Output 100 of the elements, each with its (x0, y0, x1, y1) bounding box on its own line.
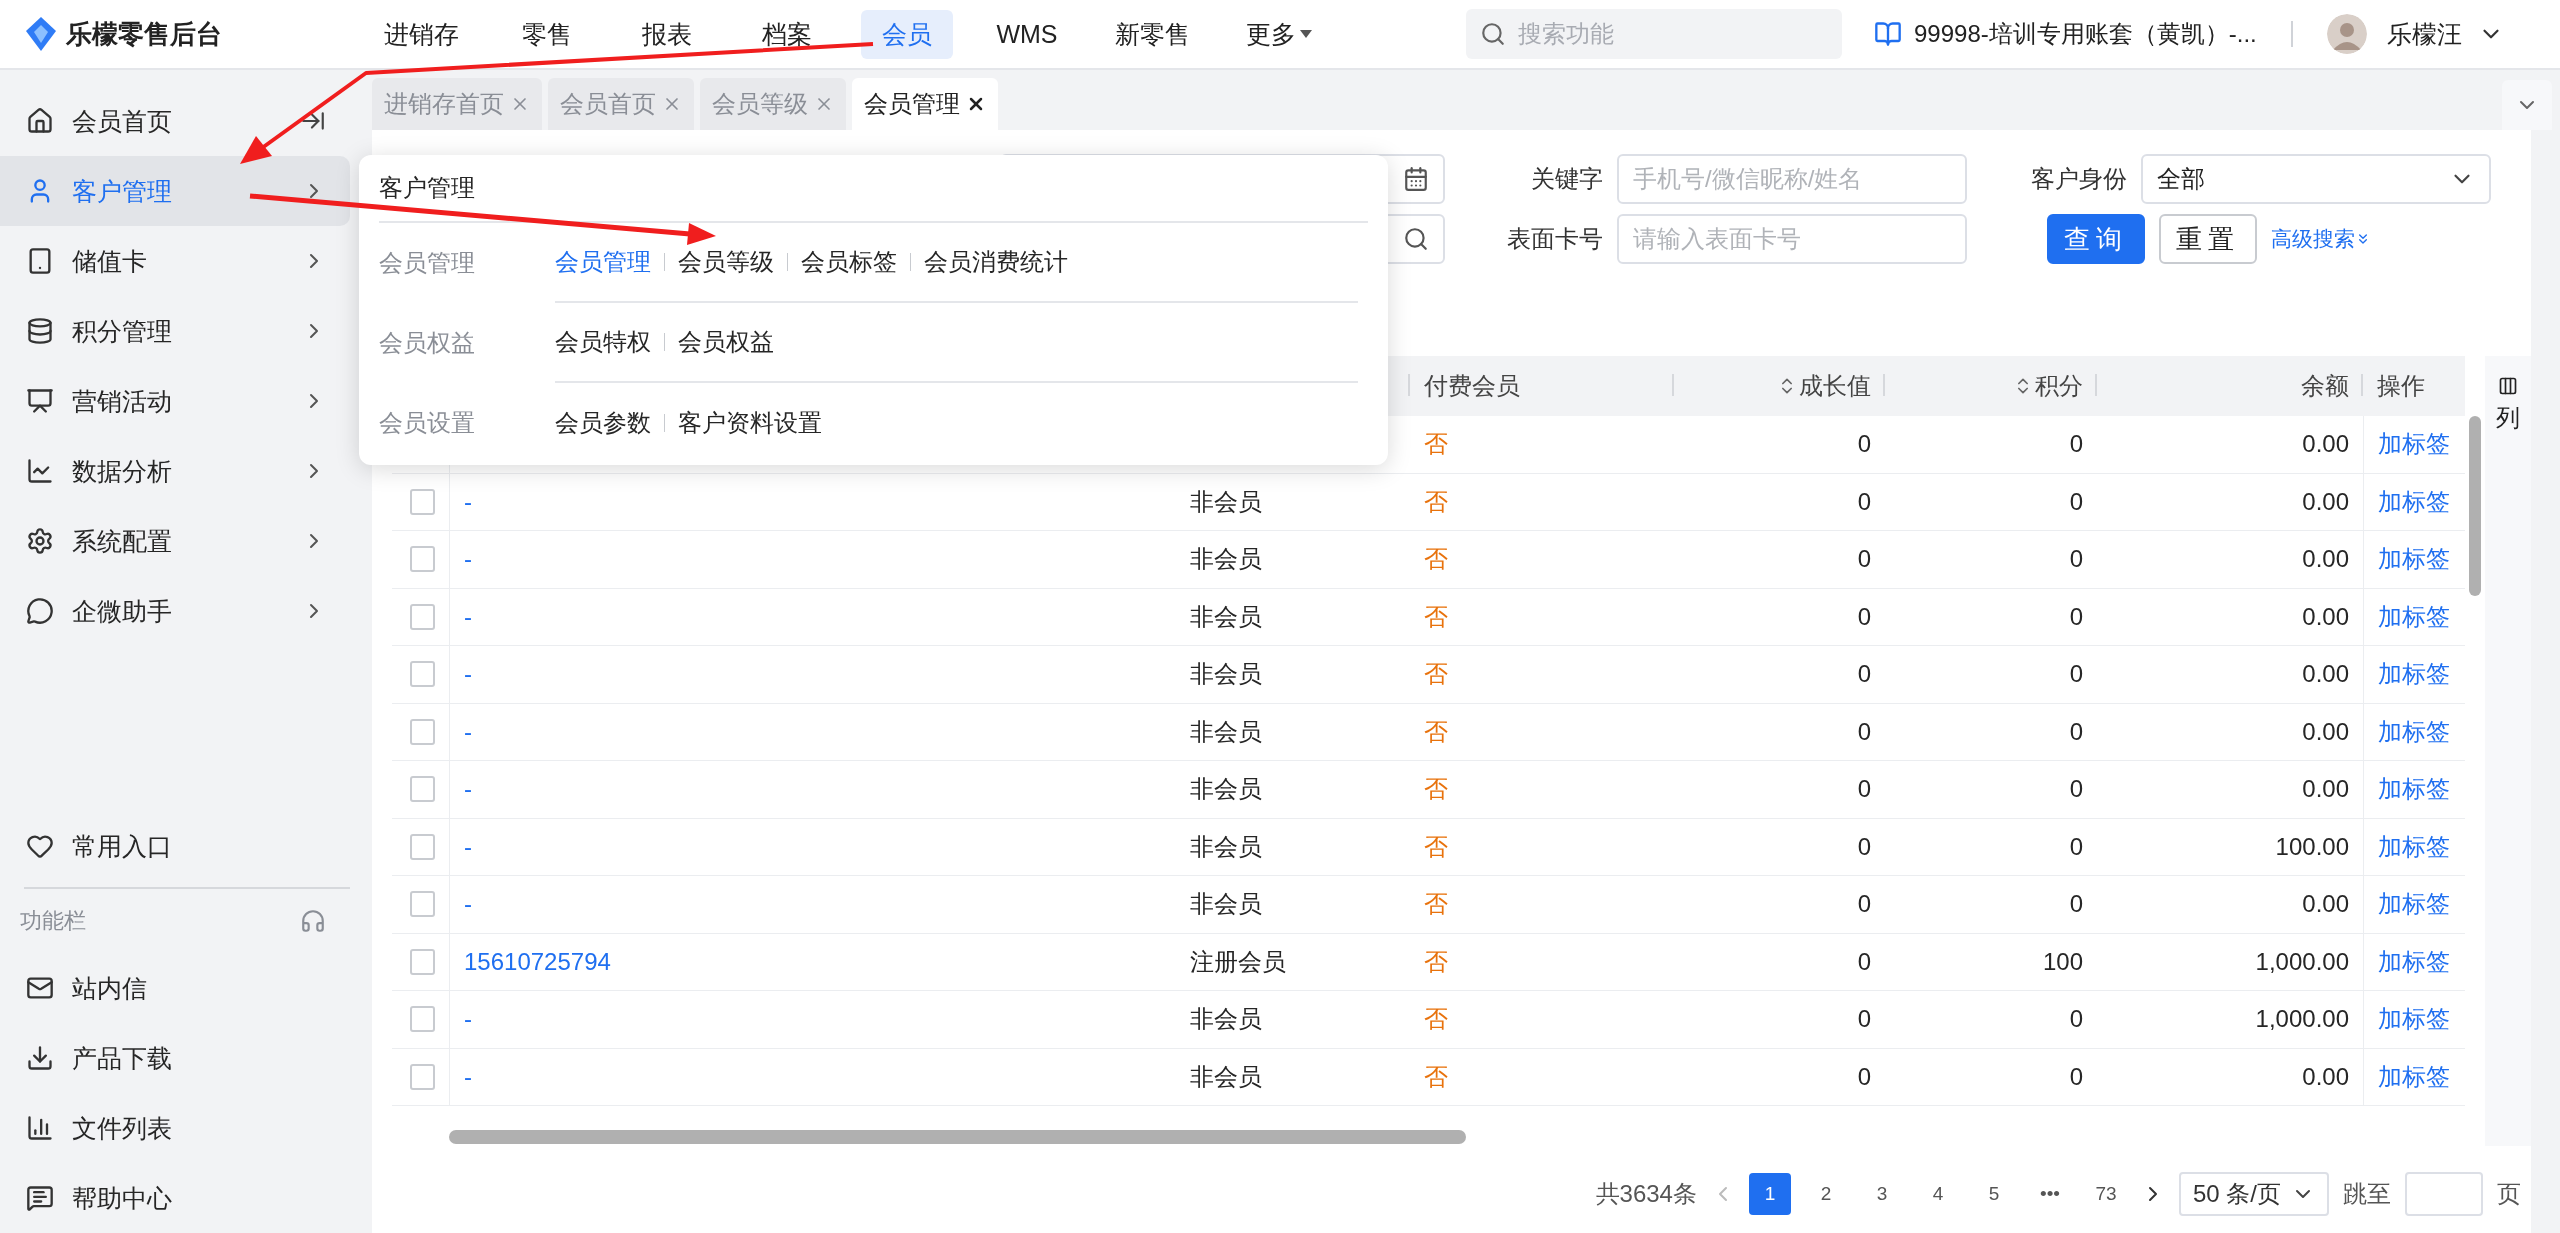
query-button[interactable]: 查询 (2047, 214, 2145, 264)
submenu-link[interactable]: 会员标签 (801, 246, 897, 278)
line-chart-icon (26, 457, 54, 485)
favorites-item[interactable]: 常用入口 (0, 811, 350, 881)
page-size-select[interactable]: 50 条/页 (2178, 1172, 2329, 1216)
table-cell: 0 (1857, 602, 1871, 631)
customer-link[interactable]: - (464, 1062, 472, 1091)
nav-item[interactable]: 进销存 (370, 9, 473, 59)
table-cell: 0 (2069, 1062, 2083, 1091)
sidebar-item[interactable]: 储值卡 (0, 226, 350, 296)
table-cell: 0 (1857, 1062, 1871, 1091)
horizontal-scrollbar[interactable] (449, 1130, 1466, 1144)
card-number-field[interactable]: 请输入表面卡号 (1617, 214, 1967, 264)
add-tag-link[interactable]: 加标签 (2378, 715, 2450, 748)
vertical-scrollbar[interactable] (2469, 416, 2481, 596)
section-title: 功能栏 (20, 907, 86, 935)
submenu-link[interactable]: 会员消费统计 (924, 246, 1068, 278)
column-settings-button[interactable]: 列 (2485, 356, 2531, 1146)
nav-item[interactable]: 零售 (501, 9, 593, 59)
row-checkbox[interactable] (410, 948, 435, 975)
customer-link[interactable]: - (464, 545, 472, 574)
identity-select[interactable]: 全部 (2141, 154, 2491, 204)
avatar[interactable] (2326, 14, 2367, 54)
add-tag-link[interactable]: 加标签 (2378, 658, 2450, 691)
customer-link[interactable]: - (464, 660, 472, 689)
reset-button[interactable]: 重置 (2159, 214, 2257, 264)
account-name[interactable]: 99998-培训专用账套（黄凯）-... (1914, 18, 2257, 50)
row-checkbox[interactable] (410, 833, 435, 860)
customer-link[interactable]: 15610725794 (464, 947, 611, 976)
keyword-field[interactable]: 手机号/微信昵称/姓名 (1617, 154, 1967, 204)
table-cell: 0 (1857, 487, 1871, 516)
add-tag-link[interactable]: 加标签 (2378, 428, 2450, 461)
add-tag-link[interactable]: 加标签 (2378, 830, 2450, 863)
row-checkbox[interactable] (410, 488, 435, 515)
tab-menu-button[interactable] (2502, 80, 2552, 130)
nav-item[interactable]: 新零售 (1101, 9, 1204, 59)
column-header[interactable]: 成长值 (1777, 370, 1871, 402)
customer-link[interactable]: - (464, 602, 472, 631)
customer-link[interactable]: - (464, 487, 472, 516)
row-checkbox[interactable] (410, 776, 435, 803)
page-button[interactable]: ••• (2028, 1173, 2071, 1215)
sidebar-item[interactable]: 数据分析 (0, 436, 350, 506)
customer-link[interactable]: - (464, 775, 472, 804)
submenu-link[interactable]: 会员权益 (678, 326, 774, 358)
row-checkbox[interactable] (410, 603, 435, 630)
sidebar-item[interactable]: 会员首页 (0, 86, 196, 156)
table-cell-text: 非会员 (1190, 1061, 1262, 1092)
submenu-link[interactable]: 客户资料设置 (678, 407, 822, 439)
sidebar-item[interactable]: 系统配置 (0, 506, 350, 576)
submenu-link[interactable]: 会员管理 (555, 246, 651, 278)
page-button[interactable]: 4 (1916, 1173, 1959, 1215)
sidebar-item[interactable]: 产品下载 (0, 1023, 350, 1093)
sidebar-item[interactable]: 营销活动 (0, 366, 350, 436)
add-tag-link[interactable]: 加标签 (2378, 773, 2450, 806)
customer-link[interactable]: - (464, 832, 472, 861)
add-tag-link[interactable]: 加标签 (2378, 1060, 2450, 1093)
sidebar-item[interactable]: 帮助中心 (0, 1163, 350, 1233)
page-button[interactable]: 3 (1860, 1173, 1903, 1215)
customer-link[interactable]: - (464, 890, 472, 919)
field-label: 表面卡号 (1506, 224, 1604, 254)
add-tag-link[interactable]: 加标签 (2378, 888, 2450, 921)
add-tag-link[interactable]: 加标签 (2378, 543, 2450, 576)
row-checkbox[interactable] (410, 661, 435, 688)
page-input[interactable] (2405, 1172, 2483, 1216)
sidebar-item[interactable]: 文件列表 (0, 1093, 350, 1163)
row-checkbox[interactable] (410, 546, 435, 573)
nav-item[interactable]: 报表 (621, 9, 713, 59)
customer-link[interactable]: - (464, 717, 472, 746)
add-tag-link[interactable]: 加标签 (2378, 485, 2450, 518)
column-header[interactable]: 积分 (2013, 370, 2083, 402)
user-menu[interactable]: 乐檬汪 (2380, 16, 2510, 52)
sidebar-item[interactable]: 积分管理 (0, 296, 350, 366)
nav-item[interactable]: WMS (981, 11, 1073, 57)
sidebar-item[interactable]: 客户管理 (0, 156, 350, 226)
page-button[interactable]: 5 (1972, 1173, 2015, 1215)
row-checkbox[interactable] (410, 1063, 435, 1090)
nav-item[interactable]: 更多 (1232, 9, 1326, 59)
add-tag-link[interactable]: 加标签 (2378, 600, 2450, 633)
submenu-link[interactable]: 会员参数 (555, 407, 651, 439)
page-button[interactable]: 73 (2084, 1173, 2127, 1215)
customer-link[interactable]: - (464, 1005, 472, 1034)
row-checkbox[interactable] (410, 1006, 435, 1033)
advanced-search-link[interactable]: 高级搜索 (2271, 225, 2371, 253)
nav-item[interactable]: 会员 (861, 9, 953, 59)
add-tag-link[interactable]: 加标签 (2378, 1003, 2450, 1036)
table-cell-text: 非会员 (1190, 601, 1262, 632)
page-button[interactable]: 1 (1748, 1173, 1791, 1215)
page-tab[interactable]: 会员管理 (852, 78, 998, 130)
sidebar-item[interactable]: 站内信 (0, 953, 350, 1023)
row-checkbox[interactable] (410, 891, 435, 918)
sidebar-item[interactable]: 企微助手 (0, 576, 350, 646)
row-checkbox[interactable] (410, 718, 435, 745)
table-cell-text: 否 (1424, 889, 1448, 920)
headset-icon[interactable] (300, 908, 326, 934)
table-cell-text: 非会员 (1190, 774, 1262, 805)
page-button[interactable]: 2 (1804, 1173, 1847, 1215)
nav-item[interactable]: 档案 (741, 9, 833, 59)
submenu-link[interactable]: 会员等级 (678, 246, 774, 278)
submenu-link[interactable]: 会员特权 (555, 326, 651, 358)
add-tag-link[interactable]: 加标签 (2378, 945, 2450, 978)
